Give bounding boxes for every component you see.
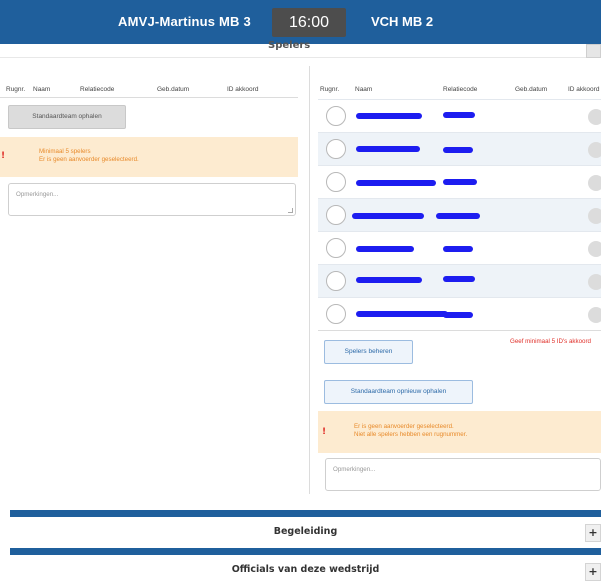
- exclamation-icon: !: [1, 151, 6, 161]
- col-id-akkoord: ID akkoord: [568, 86, 600, 93]
- player-row[interactable]: [318, 99, 601, 132]
- id-approved-toggle[interactable]: [588, 208, 601, 224]
- section-title: Officials van deze wedstrijd: [231, 564, 380, 575]
- redacted-name: [356, 146, 420, 152]
- warning-box-right: ! Er is geen aanvoerder geselecteerd. Ni…: [318, 411, 601, 453]
- player-row[interactable]: [318, 198, 601, 231]
- col-gebdatum: Geb.datum: [515, 86, 548, 93]
- player-row[interactable]: [318, 165, 601, 198]
- section-title: Begeleiding: [273, 526, 338, 537]
- redacted-code: [443, 246, 473, 252]
- redacted-name: [356, 277, 422, 283]
- player-row[interactable]: [318, 297, 601, 330]
- redacted-name: [356, 113, 422, 119]
- id-approved-toggle[interactable]: [588, 175, 601, 191]
- col-naam: Naam: [33, 86, 51, 93]
- id-approved-toggle[interactable]: [588, 109, 601, 125]
- redacted-name: [356, 180, 436, 186]
- players-section-title: Spelers: [268, 40, 311, 51]
- warning-line: Er is geen aanvoerder geselecteerd.: [39, 156, 139, 163]
- section-begeleiding[interactable]: Begeleiding: [10, 517, 601, 547]
- load-standard-team-button[interactable]: Standaardteam ophalen: [8, 105, 126, 129]
- redacted-name: [356, 246, 414, 252]
- redacted-code: [443, 179, 477, 185]
- id-approval-hint: Geef minimaal 5 ID's akkoord: [510, 338, 591, 345]
- col-id-akkoord: ID akkoord: [227, 86, 259, 93]
- captain-radio[interactable]: [326, 172, 346, 192]
- remarks-textarea-left[interactable]: Opmerkingen...: [8, 183, 296, 216]
- player-row[interactable]: [318, 132, 601, 165]
- match-time: 16:00: [272, 8, 346, 37]
- match-header: AMVJ-Martinus MB 3 16:00 VCH MB 2: [0, 0, 601, 44]
- resize-handle[interactable]: [288, 208, 293, 213]
- captain-radio[interactable]: [326, 139, 346, 159]
- col-relatiecode: Relatiecode: [443, 86, 478, 93]
- redacted-code: [443, 112, 475, 118]
- redacted-name: [356, 311, 448, 317]
- id-approved-toggle[interactable]: [588, 241, 601, 257]
- manage-players-button[interactable]: Spelers beheren: [324, 340, 413, 364]
- remarks-placeholder: Opmerkingen...: [16, 191, 59, 198]
- remarks-placeholder: Opmerkingen...: [333, 466, 376, 473]
- col-gebdatum: Geb.datum: [157, 86, 190, 93]
- captain-radio[interactable]: [326, 304, 346, 324]
- reload-standard-team-button[interactable]: Standaardteam opnieuw ophalen: [324, 380, 473, 404]
- redacted-code: [443, 312, 473, 318]
- section-officials[interactable]: Officials van deze wedstrijd: [10, 555, 601, 585]
- captain-radio[interactable]: [326, 106, 346, 126]
- warning-line: Minimaal 5 spelers: [39, 148, 91, 155]
- redacted-code: [443, 276, 475, 282]
- id-approved-toggle[interactable]: [588, 274, 601, 290]
- captain-radio[interactable]: [326, 205, 346, 225]
- exclamation-icon: !: [322, 427, 327, 437]
- plus-icon[interactable]: +: [585, 524, 601, 542]
- col-rugnr: Rugnr.: [6, 86, 26, 93]
- warning-line: Niet alle spelers hebben een rugnummer.: [354, 431, 468, 438]
- section-divider: [10, 548, 601, 555]
- player-row[interactable]: [318, 231, 601, 264]
- redacted-name: [352, 213, 424, 219]
- redacted-code: [436, 213, 480, 219]
- away-team-name: VCH MB 2: [371, 14, 434, 29]
- captain-radio[interactable]: [326, 238, 346, 258]
- plus-icon[interactable]: +: [585, 563, 601, 581]
- home-team-name: AMVJ-Martinus MB 3: [118, 14, 251, 29]
- section-toggle-button[interactable]: [586, 44, 601, 58]
- redacted-code: [443, 147, 473, 153]
- remarks-textarea-right[interactable]: Opmerkingen...: [325, 458, 601, 491]
- divider: [0, 97, 298, 98]
- warning-box-left: ! Minimaal 5 spelers Er is geen aanvoerd…: [0, 137, 298, 177]
- col-rugnr: Rugnr.: [320, 86, 340, 93]
- section-divider: [10, 510, 601, 517]
- divider: [318, 330, 601, 331]
- id-approved-toggle[interactable]: [588, 142, 601, 158]
- col-naam: Naam: [355, 86, 373, 93]
- col-relatiecode: Relatiecode: [80, 86, 115, 93]
- id-approved-toggle[interactable]: [588, 307, 601, 323]
- warning-line: Er is geen aanvoerder geselecteerd.: [354, 423, 454, 430]
- captain-radio[interactable]: [326, 271, 346, 291]
- player-row[interactable]: [318, 264, 601, 297]
